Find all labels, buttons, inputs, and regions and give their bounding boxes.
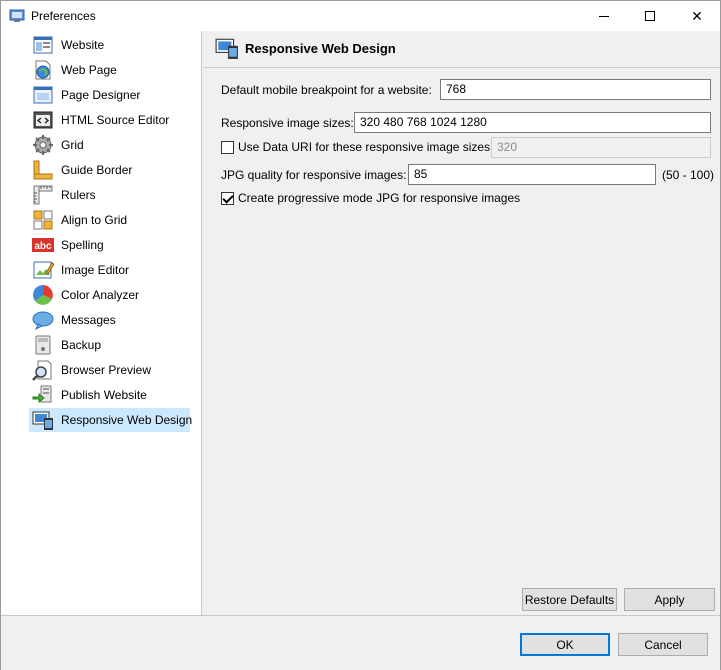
sidebar-item-guide-border[interactable]: Guide Border xyxy=(29,158,190,182)
image-sizes-label: Responsive image sizes: xyxy=(221,116,354,130)
maximize-icon xyxy=(645,11,655,21)
panel-title: Responsive Web Design xyxy=(245,41,396,56)
data-uri-sizes-input[interactable]: 320 xyxy=(491,137,711,158)
sidebar-item-label: Page Designer xyxy=(61,88,141,102)
sidebar-item-messages[interactable]: Messages xyxy=(29,308,190,332)
sidebar-item-grid[interactable]: Grid xyxy=(29,133,190,157)
sidebar-item-label: Messages xyxy=(61,313,116,327)
messages-icon xyxy=(32,311,54,331)
sidebar-item-rulers[interactable]: Rulers xyxy=(29,183,190,207)
responsive-design-icon xyxy=(215,38,238,59)
jpg-quality-range: (50 - 100) xyxy=(662,168,715,182)
progressive-jpg-label: Create progressive mode JPG for responsi… xyxy=(238,191,521,205)
sidebar-item-label: Guide Border xyxy=(61,163,133,177)
sidebar-item-spelling[interactable]: abc Spelling xyxy=(29,233,190,257)
sidebar-item-responsive-web-design[interactable]: Responsive Web Design xyxy=(29,408,193,432)
spelling-icon: abc xyxy=(32,238,54,252)
sidebar-item-browser-preview[interactable]: Browser Preview xyxy=(29,358,190,382)
ok-button[interactable]: OK xyxy=(520,633,610,656)
sidebar-item-web-page[interactable]: Web Page xyxy=(29,58,190,82)
sidebar-item-label: Website xyxy=(61,38,105,52)
dialog-footer: OK Cancel xyxy=(1,615,720,670)
rulers-icon xyxy=(33,185,53,205)
progressive-jpg-checkbox[interactable] xyxy=(221,192,234,205)
sidebar-item-label: Backup xyxy=(61,338,102,352)
browser-preview-icon xyxy=(32,360,52,381)
minimize-icon xyxy=(599,15,609,17)
align-grid-icon xyxy=(33,210,53,230)
jpg-quality-input[interactable]: 85 xyxy=(408,164,656,185)
settings-panel: Responsive Web Design Default mobile bre… xyxy=(203,31,720,615)
cancel-button[interactable]: Cancel xyxy=(618,633,708,656)
web-page-icon xyxy=(35,60,51,80)
sidebar-item-color-analyzer[interactable]: Color Analyzer xyxy=(29,283,190,307)
preferences-window: Preferences ✕ Website Web Page Page Desi… xyxy=(0,0,721,670)
maximize-button[interactable] xyxy=(627,1,673,31)
panel-header: Responsive Web Design xyxy=(203,31,720,68)
breakpoint-input[interactable]: 768 xyxy=(440,79,711,100)
sidebar-item-label: Publish Website xyxy=(61,388,147,402)
sidebar-item-label: Color Analyzer xyxy=(61,288,140,302)
apply-button[interactable]: Apply xyxy=(624,588,715,611)
sidebar-item-html-source-editor[interactable]: HTML Source Editor xyxy=(29,108,190,132)
website-icon xyxy=(33,36,53,54)
sidebar-item-label: Responsive Web Design xyxy=(61,413,193,427)
responsive-design-icon xyxy=(32,411,53,430)
jpg-quality-label: JPG quality for responsive images: xyxy=(221,168,407,182)
sidebar-item-label: Align to Grid xyxy=(61,213,128,227)
publish-website-icon xyxy=(32,385,52,404)
image-editor-icon xyxy=(33,261,54,279)
minimize-button[interactable] xyxy=(581,1,627,31)
close-button[interactable]: ✕ xyxy=(674,1,720,31)
sidebar-item-label: Spelling xyxy=(61,238,104,252)
preferences-sidebar: Website Web Page Page Designer HTML Sour… xyxy=(1,31,202,615)
image-sizes-input[interactable]: 320 480 768 1024 1280 xyxy=(354,112,711,133)
color-analyzer-icon xyxy=(33,285,53,305)
sidebar-item-page-designer[interactable]: Page Designer xyxy=(29,83,190,107)
sidebar-item-website[interactable]: Website xyxy=(29,33,190,57)
svg-text:abc: abc xyxy=(34,241,52,252)
sidebar-item-align-to-grid[interactable]: Align to Grid xyxy=(29,208,190,232)
sidebar-item-label: HTML Source Editor xyxy=(61,113,170,127)
sidebar-item-publish-website[interactable]: Publish Website xyxy=(29,383,190,407)
guide-border-icon xyxy=(33,160,53,180)
sidebar-item-backup[interactable]: Backup xyxy=(29,333,190,357)
window-title: Preferences xyxy=(31,9,96,23)
restore-defaults-button[interactable]: Restore Defaults xyxy=(522,588,617,611)
sidebar-item-label: Rulers xyxy=(61,188,96,202)
sidebar-item-label: Browser Preview xyxy=(61,363,152,377)
app-icon xyxy=(9,9,25,22)
sidebar-item-label: Image Editor xyxy=(61,263,130,277)
sidebar-item-label: Web Page xyxy=(61,63,117,77)
close-icon: ✕ xyxy=(691,7,703,24)
backup-icon xyxy=(35,335,51,355)
sidebar-item-image-editor[interactable]: Image Editor xyxy=(29,258,190,282)
html-source-icon xyxy=(33,111,53,129)
sidebar-item-label: Grid xyxy=(61,138,84,152)
grid-icon xyxy=(33,135,53,155)
title-bar: Preferences ✕ xyxy=(1,1,720,31)
data-uri-label: Use Data URI for these responsive image … xyxy=(238,140,494,154)
breakpoint-label: Default mobile breakpoint for a website: xyxy=(221,83,432,97)
data-uri-checkbox[interactable] xyxy=(221,141,234,154)
page-designer-icon xyxy=(33,86,53,104)
